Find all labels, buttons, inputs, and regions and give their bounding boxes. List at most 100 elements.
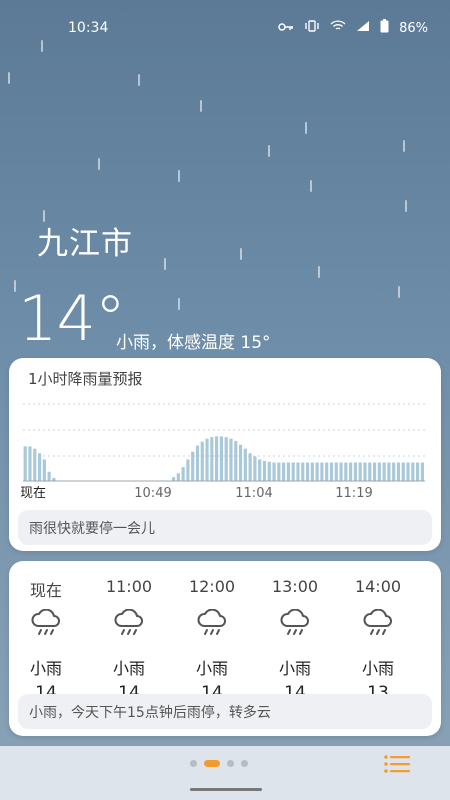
hourly-forecast-card[interactable]: 现在 小雨 14 11:00 小雨 14 12:00 小雨 14 13:00 小雨 14 14:00 小雨… [9,561,441,736]
current-temperature: 14° [18,282,126,355]
precipitation-title: 1小时降雨量预报 [28,370,143,388]
precipitation-bar [334,462,338,481]
precipitation-bar [210,437,214,481]
precipitation-bar [349,462,353,481]
precipitation-bar [267,461,271,481]
precipitation-bar [181,467,185,481]
status-icons: 86% [278,19,428,37]
light-rain-icon [177,609,247,649]
precipitation-bar [401,462,405,481]
precipitation-bar [229,438,233,481]
precipitation-bar [396,462,401,481]
battery-level: 86% [399,20,428,36]
hour-condition: 小雨 [112,659,145,678]
precipitation-bar [253,456,257,481]
precipitation-bar [382,462,386,481]
precipitation-bar [387,462,391,481]
precipitation-bar [372,462,377,481]
chart-time-label: 现在 [21,486,46,501]
precipitation-bar [320,462,324,481]
hour-time: 13:00 [271,577,319,596]
vibrate-icon [304,20,320,36]
status-bar: 10:34 86% [0,0,450,56]
precipitation-bar [215,436,219,481]
precipitation-bar [411,462,415,481]
precipitation-bar [325,462,329,481]
precipitation-bar [28,446,32,481]
precipitation-bar [219,436,223,481]
hourly-list[interactable]: 现在 小雨 14 11:00 小雨 14 12:00 小雨 14 13:00 小雨 14 14:00 小雨… [9,577,441,703]
city-name[interactable]: 九江市 [37,218,133,263]
precipitation-bar [339,462,343,481]
precipitation-bar [329,462,334,481]
hour-time: 现在 [29,581,62,600]
light-rain-icon [343,609,413,649]
precipitation-note: 雨很快就要停一会儿 [18,510,432,545]
page-dot[interactable] [227,760,234,767]
precipitation-bar [344,462,348,481]
hour-condition: 小雨 [195,659,228,678]
page-dot[interactable] [190,760,197,767]
precipitation-bar [282,462,286,481]
precipitation-card[interactable]: 1小时降雨量预报 现在 10:49 11:04 11:19 雨很快就要停一会儿 [9,358,441,551]
hourly-item[interactable]: 12:00 小雨 14 [177,577,247,703]
precipitation-bar [186,459,190,481]
precipitation-bar [310,462,314,481]
hourly-item[interactable]: 现在 小雨 14 [11,577,81,703]
precipitation-bar [33,448,37,481]
precipitation-bar [200,441,204,481]
precipitation-bar [392,462,396,481]
precipitation-bar [205,438,209,481]
key-icon [278,21,294,36]
hour-condition: 小雨 [278,659,311,678]
precipitation-bar [171,477,176,481]
current-summary: 小雨，体感温度 15° [116,333,271,353]
battery-icon [380,19,389,37]
hour-condition: 小雨 [361,659,394,678]
precipitation-bar [296,462,300,481]
precipitation-bar [42,459,46,481]
precipitation-bar [301,462,305,481]
gesture-nav-bar[interactable] [190,788,262,791]
precipitation-bar [406,462,410,481]
precipitation-bar [238,444,243,481]
precipitation-bar [286,462,290,481]
precipitation-bar [176,473,180,481]
list-menu-icon[interactable] [384,754,410,774]
precipitation-bar [272,462,276,481]
precipitation-bar [195,445,200,481]
precipitation-bar [315,462,319,481]
precipitation-bar [368,462,372,481]
precipitation-bar [47,471,51,481]
hourly-item[interactable]: 13:00 小雨 14 [260,577,330,703]
precipitation-bar [353,462,357,481]
hour-time: 12:00 [188,577,236,596]
hourly-item[interactable]: 14:00 小雨 13 [343,577,413,703]
light-rain-icon [260,609,330,649]
status-time: 10:34 [68,20,109,36]
page-dot-active[interactable] [204,760,220,767]
chart-time-label: 10:49 [134,486,171,501]
page-indicator[interactable] [190,760,248,767]
hour-time: 14:00 [354,577,402,596]
page-dot[interactable] [241,760,248,767]
precipitation-bar [363,462,367,481]
precipitation-bar [262,460,267,481]
precipitation-bar [243,448,247,481]
hourly-item[interactable]: 11:00 小雨 14 [94,577,164,703]
precipitation-bar [248,453,252,481]
wifi-icon [330,20,346,36]
precipitation-bar [420,462,424,481]
chart-time-label: 11:19 [335,486,372,501]
precipitation-bar [258,459,262,481]
precipitation-bar [37,453,42,481]
precipitation-bar [234,440,238,481]
precipitation-bar [416,462,420,481]
precipitation-bar [358,462,362,481]
precipitation-bar [224,437,228,481]
signal-icon [356,20,370,36]
light-rain-icon [94,609,164,649]
bottom-bar [0,746,450,800]
precipitation-bar [191,451,195,481]
precipitation-bar [377,462,381,481]
